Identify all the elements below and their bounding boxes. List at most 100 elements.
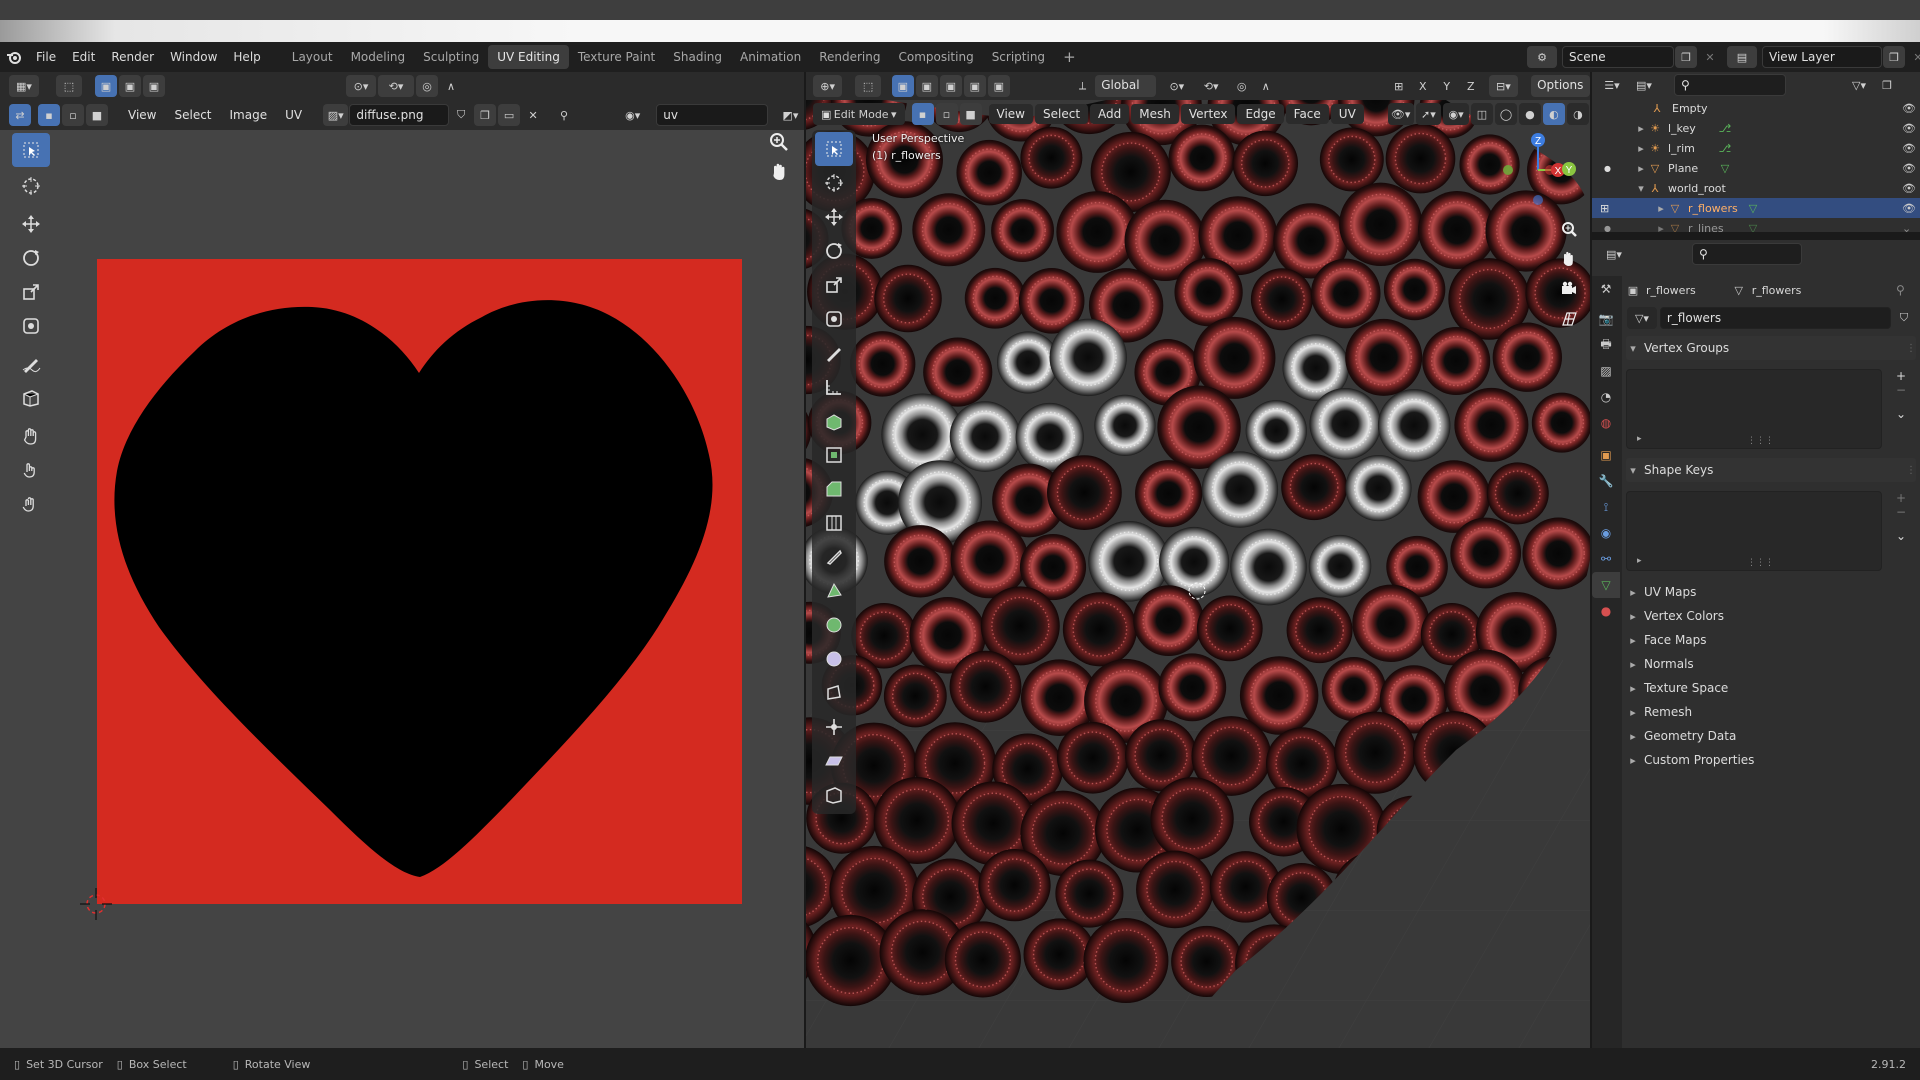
gizmo-neg-z-icon[interactable] bbox=[1533, 195, 1543, 205]
outliner-editor-type-icon[interactable]: ☰▾ bbox=[1597, 74, 1627, 96]
pivot-point-icon[interactable]: ⊙▾ bbox=[1162, 75, 1191, 97]
navigation-gizmo[interactable]: Z X Y bbox=[1496, 128, 1576, 208]
expand-icon[interactable]: ▸ bbox=[1634, 142, 1648, 155]
mirror-icon[interactable]: ⊞ bbox=[1388, 75, 1410, 97]
visibility-eye-icon[interactable]: 👁 bbox=[1902, 122, 1916, 135]
tab-scripting[interactable]: Scripting bbox=[983, 45, 1054, 69]
edit-mode-dot-icon[interactable]: ● bbox=[1604, 164, 1611, 173]
falloff-icon[interactable]: ∧ bbox=[440, 75, 462, 97]
tab-compositing[interactable]: Compositing bbox=[889, 45, 982, 69]
unlink-image-icon[interactable]: ✕ bbox=[522, 104, 544, 126]
auto-merge-icon[interactable]: ⊟▾ bbox=[1488, 75, 1519, 97]
panel-uv-maps[interactable]: ▸ UV Maps bbox=[1626, 580, 1916, 604]
tab-modeling[interactable]: Modeling bbox=[342, 45, 415, 69]
scene-icon[interactable]: ⚙ bbox=[1527, 46, 1557, 68]
vp-tool-edge-slide-icon[interactable] bbox=[815, 676, 853, 710]
tool-rotate-icon[interactable] bbox=[12, 241, 50, 275]
pin-icon[interactable]: ⚲ bbox=[1896, 283, 1905, 297]
add-vertex-group-icon[interactable]: + bbox=[1896, 369, 1906, 383]
browse-mesh-icon[interactable]: ▽▾ bbox=[1627, 307, 1657, 329]
tool-pinch-icon[interactable] bbox=[12, 487, 50, 521]
viewport-falloff-icon[interactable]: ∧ bbox=[1255, 75, 1277, 97]
panel-face-maps[interactable]: ▸ Face Maps bbox=[1626, 628, 1916, 652]
outliner-row-l-key[interactable]: ▸ ☀ l_key ⎇ 👁 bbox=[1592, 118, 1920, 138]
edge-select-mode-icon[interactable]: ▫ bbox=[62, 104, 84, 126]
tab-uv-editing[interactable]: UV Editing bbox=[488, 45, 569, 69]
uv-overlays-icon[interactable]: ◉▾ bbox=[620, 104, 645, 126]
uv-image-canvas[interactable] bbox=[0, 130, 804, 1048]
snap-icon[interactable]: ⟲▾ bbox=[378, 75, 414, 97]
menu-edit[interactable]: Edit bbox=[64, 42, 103, 72]
outliner-row-r-flowers[interactable]: ⊞ ▸ ▽ r_flowers ▽ 👁 bbox=[1592, 198, 1920, 218]
select-mode-extend-icon[interactable]: ▣ bbox=[119, 75, 141, 97]
overlays-icon[interactable]: ◉▾ bbox=[1443, 103, 1469, 125]
select-mode-new-icon[interactable]: ▣ bbox=[95, 75, 117, 97]
panel-remesh[interactable]: ▸ Remesh bbox=[1626, 700, 1916, 724]
outliner-display-mode-icon[interactable]: ▤▾ bbox=[1629, 74, 1659, 96]
viewport-visibility-icon[interactable]: 👁▾ bbox=[1387, 103, 1414, 125]
shading-solid-icon[interactable]: ● bbox=[1518, 103, 1541, 125]
delete-view-layer-icon[interactable]: ✕ bbox=[1907, 46, 1920, 68]
new-image-icon[interactable]: ❐ bbox=[474, 104, 497, 126]
outliner-filter-icon[interactable]: ▽▾ bbox=[1844, 74, 1874, 96]
uv-zoom-icon[interactable] bbox=[768, 131, 790, 156]
fake-user-icon[interactable]: ⛉ bbox=[450, 104, 472, 126]
vertex-group-specials-icon[interactable]: ⌄ bbox=[1896, 407, 1906, 421]
select-tool-icon[interactable]: ⬚ bbox=[56, 75, 82, 97]
shading-rendered-icon[interactable]: ◑ bbox=[1566, 103, 1589, 125]
add-workspace-button[interactable]: + bbox=[1054, 45, 1085, 69]
expand-icon[interactable]: ▸ bbox=[1654, 202, 1668, 215]
tab-sculpting[interactable]: Sculpting bbox=[414, 45, 488, 69]
menu-help[interactable]: Help bbox=[225, 42, 268, 72]
new-collection-icon[interactable]: ❐ bbox=[1876, 74, 1898, 96]
viewport-snap-icon[interactable]: ⟲▾ bbox=[1194, 75, 1229, 97]
outliner-row-l-rim[interactable]: ▸ ☀ l_rim ⎇ 👁 bbox=[1592, 138, 1920, 158]
face-mode-icon[interactable]: ■ bbox=[959, 103, 982, 125]
vp-tool-rip-icon[interactable] bbox=[815, 778, 853, 812]
vp-tool-loopcut-icon[interactable] bbox=[815, 506, 853, 540]
vp-tool-move-icon[interactable] bbox=[815, 200, 853, 234]
vertex-mode-icon[interactable]: ▪ bbox=[911, 103, 934, 125]
uv-menu-image[interactable]: Image bbox=[221, 108, 277, 122]
vp-tool-cursor-icon[interactable] bbox=[815, 166, 853, 200]
expand-icon[interactable]: ▸ bbox=[1634, 162, 1648, 175]
menu-render[interactable]: Render bbox=[103, 42, 162, 72]
tab-shading[interactable]: Shading bbox=[664, 45, 731, 69]
tab-layout[interactable]: Layout bbox=[283, 45, 342, 69]
edit-mode-icon[interactable]: ⊞ bbox=[1600, 202, 1609, 215]
2d-cursor-icon[interactable] bbox=[80, 888, 112, 923]
xray-icon[interactable]: ◫ bbox=[1470, 103, 1493, 125]
uv-pan-icon[interactable] bbox=[768, 161, 790, 186]
pivot-icon[interactable]: ⊙▾ bbox=[346, 75, 376, 97]
tool-scale-icon[interactable] bbox=[12, 275, 50, 309]
tab-output-icon[interactable]: 🖶 bbox=[1592, 332, 1620, 358]
mirror-y-button[interactable]: Y bbox=[1436, 75, 1458, 97]
display-channels-icon[interactable]: ◩▾ bbox=[778, 104, 803, 126]
options-dropdown[interactable]: Options bbox=[1531, 75, 1591, 97]
tool-grab-icon[interactable] bbox=[12, 419, 50, 453]
face-select-mode-icon[interactable]: ■ bbox=[86, 104, 108, 126]
tab-object-icon[interactable]: ▣ bbox=[1592, 442, 1620, 468]
new-view-layer-button[interactable]: ❐ bbox=[1883, 46, 1905, 68]
vertex-select-mode-icon[interactable]: ▪ bbox=[38, 104, 60, 126]
tab-material-icon[interactable]: ● bbox=[1592, 598, 1620, 624]
panel-custom-properties[interactable]: ▸ Custom Properties bbox=[1626, 748, 1916, 772]
open-image-icon[interactable]: ▭ bbox=[498, 104, 521, 126]
viewport-select-tool-icon[interactable]: ⬚ bbox=[855, 75, 881, 97]
blender-logo-icon[interactable] bbox=[0, 49, 28, 65]
delete-scene-icon[interactable]: ✕ bbox=[1699, 46, 1721, 68]
viewport-select-invert-icon[interactable]: ▣ bbox=[963, 75, 986, 97]
vp-menu-uv[interactable]: UV bbox=[1330, 104, 1364, 124]
vp-tool-polybuild-icon[interactable] bbox=[815, 574, 853, 608]
tool-move-icon[interactable] bbox=[12, 207, 50, 241]
select-mode-subtract-icon[interactable]: ▣ bbox=[143, 75, 165, 97]
image-name-field[interactable]: diffuse.png bbox=[349, 104, 450, 126]
mirror-z-button[interactable]: Z bbox=[1460, 75, 1482, 97]
vp-menu-edge[interactable]: Edge bbox=[1237, 104, 1284, 124]
tool-relax-icon[interactable] bbox=[12, 453, 50, 487]
vp-ortho-grid-icon[interactable] bbox=[1556, 304, 1582, 334]
tab-particles-icon[interactable]: ⟟ bbox=[1592, 494, 1620, 520]
uv-menu-select[interactable]: Select bbox=[165, 108, 220, 122]
outliner-row-plane[interactable]: ● ▸ ▽ Plane ▽ 👁 bbox=[1592, 158, 1920, 178]
tab-texture-paint[interactable]: Texture Paint bbox=[569, 45, 664, 69]
